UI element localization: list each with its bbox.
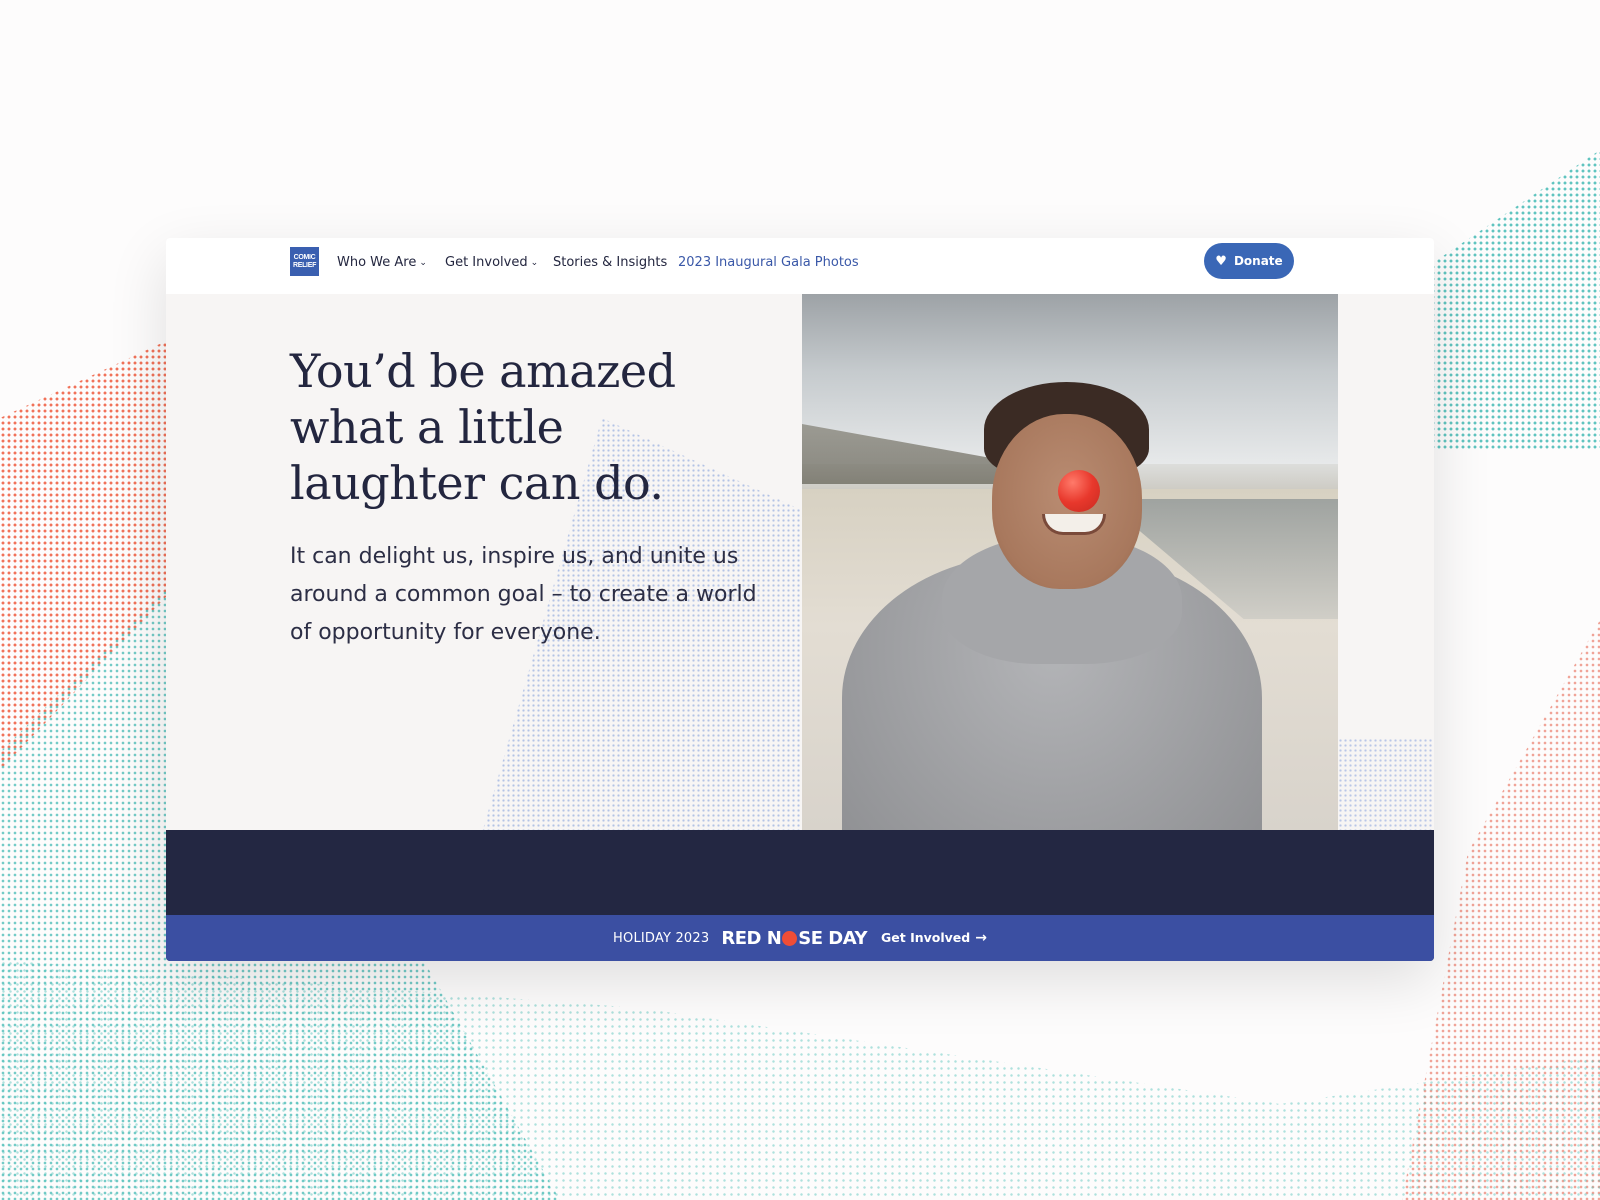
- get-involved-link[interactable]: Get Involved →: [881, 930, 987, 946]
- hero-headline: You’d be amazed what a little laughter c…: [290, 344, 676, 510]
- chevron-down-icon: ⌄: [419, 258, 427, 268]
- logo-text-end: SE DAY: [798, 927, 867, 949]
- get-involved-label: Get Involved: [881, 930, 971, 945]
- red-nose-dot-icon: [782, 930, 798, 946]
- nav-item-label: Who We Are: [337, 255, 417, 270]
- donate-label: Donate: [1233, 254, 1283, 268]
- logo-text-start: RED N: [721, 927, 782, 949]
- hero-subtext: It can delight us, inspire us, and unite…: [290, 544, 757, 645]
- top-navigation: COMIC RELIEF Who We Are ⌄ Get Involved ⌄ S…: [166, 238, 1434, 294]
- heart-icon: ♥: [1215, 253, 1227, 269]
- nav-item-who-we-are[interactable]: Who We Are ⌄: [337, 255, 427, 270]
- nav-item-label: Get Involved: [445, 255, 528, 270]
- donate-button[interactable]: ♥ Donate: [1204, 243, 1294, 279]
- red-nose-day-logo: RED N SE DAY: [721, 928, 867, 949]
- arrow-right-icon: →: [975, 930, 987, 946]
- banner-holiday-label: HOLIDAY 2023: [613, 930, 710, 946]
- website-frame: COMIC RELIEF Who We Are ⌄ Get Involved ⌄ S…: [166, 238, 1434, 961]
- nav-item-gala-photos[interactable]: 2023 Inaugural Gala Photos: [678, 255, 859, 270]
- comic-relief-logo[interactable]: COMIC RELIEF: [290, 247, 319, 276]
- nav-item-label: 2023 Inaugural Gala Photos: [678, 255, 859, 270]
- nav-item-stories-insights[interactable]: Stories & Insights: [553, 255, 667, 270]
- logo-line-1: COMIC: [293, 253, 316, 261]
- red-nose: [1058, 470, 1100, 512]
- red-nose-day-banner[interactable]: HOLIDAY 2023 RED N SE DAY Get Involved →: [166, 915, 1434, 961]
- nav-item-label: Stories & Insights: [553, 255, 668, 270]
- nav-item-get-involved[interactable]: Get Involved ⌄: [445, 255, 538, 270]
- hero-photo: [802, 294, 1338, 830]
- halftone-decoration-red: [0, 330, 190, 770]
- chevron-down-icon: ⌄: [530, 258, 539, 268]
- halftone-decoration-bottom: [0, 960, 1600, 1200]
- logo-line-2: RELIEF: [292, 261, 317, 269]
